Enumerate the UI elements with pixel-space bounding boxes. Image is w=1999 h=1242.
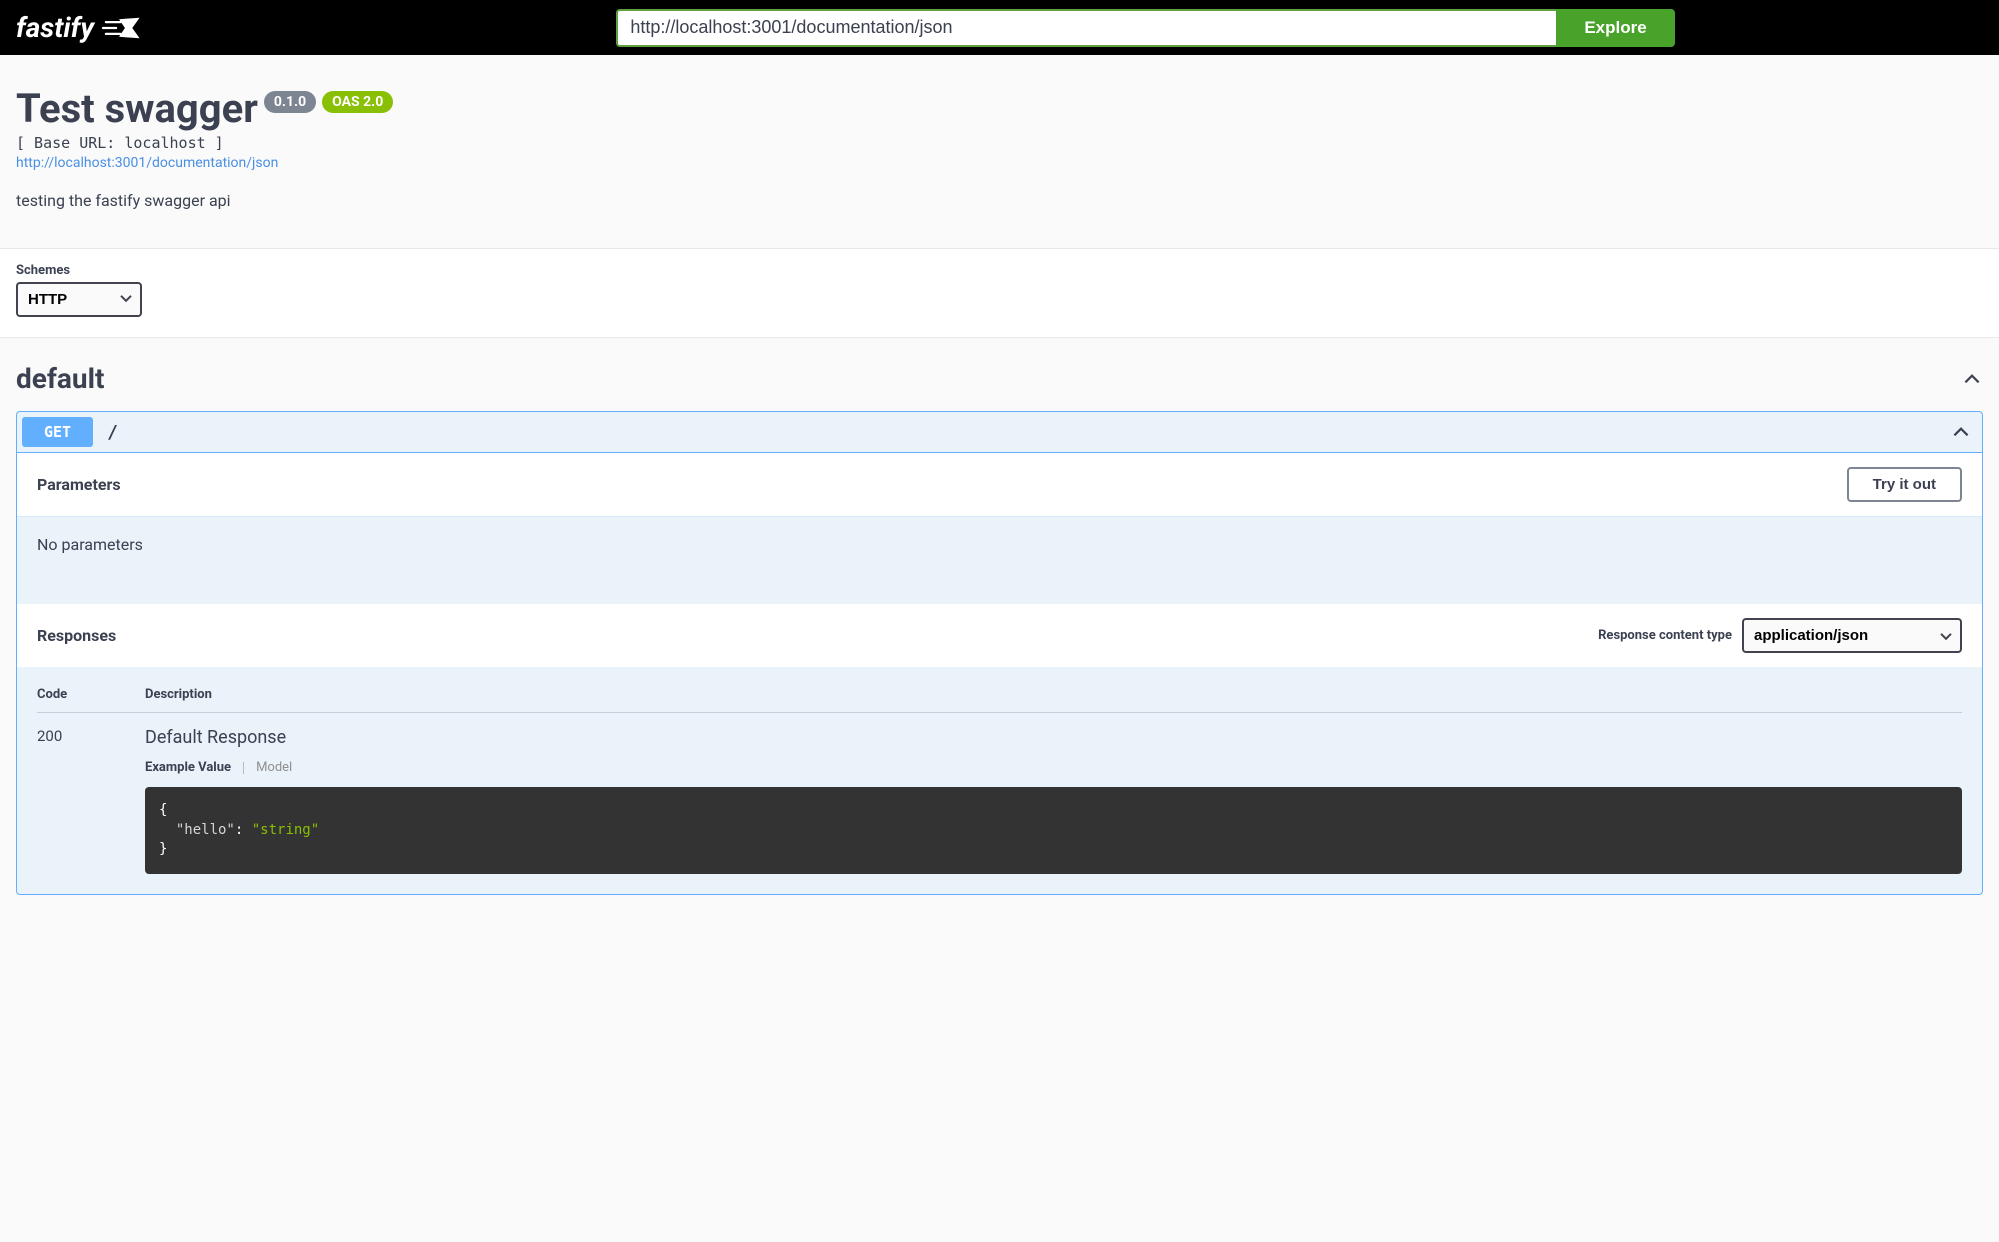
response-controls: Response content type application/json [1598,618,1962,653]
json-value: "string" [252,822,319,838]
description-header: Description [145,687,212,702]
tab-divider [243,762,244,774]
api-info: Test swagger 0.1.0 OAS 2.0 [ Base URL: l… [0,55,1999,230]
topbar: fastify Explore [0,0,1999,55]
operation-block: GET / Parameters Try it out No parameter… [16,411,1983,895]
tag-header[interactable]: default [16,362,1983,403]
table-row: 200 Default Response Example Value Model… [37,713,1962,874]
method-badge: GET [22,417,93,447]
version-badge: 0.1.0 [264,91,316,113]
code-header: Code [37,687,97,702]
chevron-up-icon [1950,421,1972,443]
try-it-out-button[interactable]: Try it out [1847,467,1962,502]
brand-logo: fastify [16,11,144,44]
brand-text: fastify [16,11,94,44]
no-parameters-text: No parameters [17,517,1982,604]
responses-title: Responses [37,626,116,645]
tag-name: default [16,362,104,395]
schemes-label: Schemes [16,263,1983,278]
oas-badge: OAS 2.0 [322,91,393,113]
api-title: Test swagger [16,85,258,132]
tag-section: default GET / Parameters Try it out No p… [0,338,1999,895]
responses-table: Code Description 200 Default Response Ex… [17,667,1982,894]
fastify-icon [100,13,144,43]
response-description-text: Default Response [145,727,1962,748]
model-tabs: Example Value Model [145,760,1962,775]
content-type-label: Response content type [1598,628,1732,643]
response-description: Default Response Example Value Model { "… [145,727,1962,874]
parameters-title: Parameters [37,475,121,494]
operation-summary[interactable]: GET / [17,412,1982,453]
example-code: { "hello": "string" } [145,787,1962,874]
operation-body: Parameters Try it out No parameters Resp… [17,453,1982,894]
explore-button[interactable]: Explore [1556,9,1674,47]
tab-model[interactable]: Model [256,760,292,775]
operation-path: / [107,422,1950,443]
tab-example-value[interactable]: Example Value [145,760,231,775]
base-url: [ Base URL: localhost ] [16,134,1983,152]
chevron-up-icon [1961,368,1983,390]
schemes-section: Schemes HTTP [0,248,1999,338]
parameters-header: Parameters Try it out [17,453,1982,517]
spec-url-link[interactable]: http://localhost:3001/documentation/json [16,155,278,171]
content-type-select[interactable]: application/json [1742,618,1962,653]
url-bar: Explore [144,9,1983,47]
responses-header: Responses Response content type applicat… [17,604,1982,667]
json-key: "hello" [176,822,235,838]
responses-table-head: Code Description [37,687,1962,713]
spec-url-input[interactable] [616,9,1556,47]
api-description: testing the fastify swagger api [16,191,1983,210]
response-code: 200 [37,727,97,874]
schemes-select[interactable]: HTTP [16,282,142,317]
title-row: Test swagger 0.1.0 OAS 2.0 [16,85,1983,132]
